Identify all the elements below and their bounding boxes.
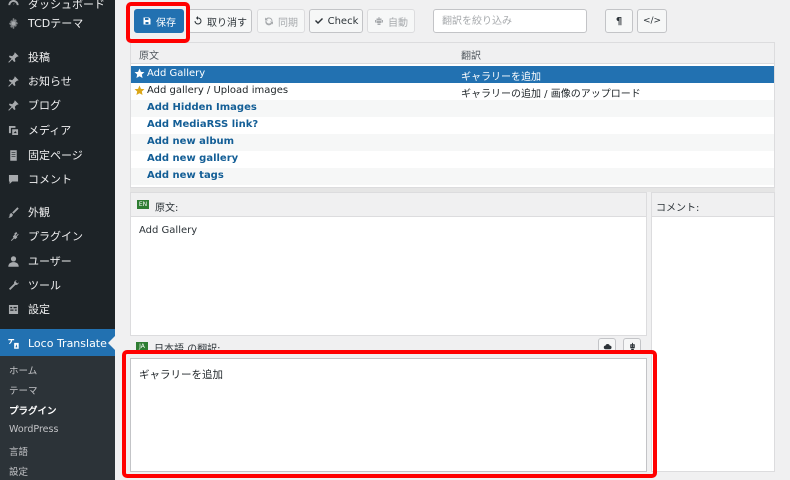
row-source: Add Hidden Images — [147, 102, 257, 113]
editor-toolbar: 保存 取り消す 同期 Check 自動 ¶ </> — [130, 4, 775, 42]
row-target: ギャラリーを追加 — [461, 72, 541, 83]
sidebar-item-label: ツール — [28, 279, 61, 292]
comment-pane-header: コメント: — [652, 193, 774, 217]
sidebar-item-label: TCDテーマ — [28, 17, 84, 30]
source-pane: EN 原文: Add Gallery — [130, 192, 647, 336]
lang-flag-en: EN — [137, 200, 149, 209]
row-source: Add new gallery — [147, 153, 239, 164]
undo-icon — [194, 16, 202, 25]
highlight-box-translation — [122, 350, 657, 478]
media-icon — [6, 123, 20, 137]
sidebar-item-label: Loco Translate — [28, 336, 107, 350]
sidebar-item-news[interactable]: お知らせ — [0, 69, 115, 93]
list-row[interactable]: Add new tags — [131, 168, 774, 185]
row-source: Add new tags — [147, 170, 224, 181]
sidebar-item-label: プラグイン — [28, 230, 83, 243]
sync-button[interactable]: 同期 — [257, 9, 305, 33]
sidebar-item-users[interactable]: ユーザー — [0, 249, 115, 273]
submenu-item-languages[interactable]: 言語 — [9, 444, 28, 458]
sidebar-item-tcd[interactable]: TCDテーマ — [0, 11, 115, 35]
comment-icon — [6, 172, 20, 186]
list-row[interactable]: Add new album — [131, 134, 774, 151]
settings-icon — [6, 302, 20, 316]
sidebar-item-appearance[interactable]: 外観 — [0, 200, 115, 224]
sidebar-item-label: 設定 — [28, 303, 50, 316]
sidebar-item-posts[interactable]: 投稿 — [0, 45, 115, 69]
sidebar-item-label: 投稿 — [28, 51, 50, 64]
list-row[interactable]: Add MediaRSS link? — [131, 117, 774, 134]
source-text: Add Gallery — [139, 225, 198, 236]
pilcrow-icon: ¶ — [615, 15, 623, 27]
list-header: 原文 翻訳 — [131, 43, 774, 64]
row-source: Add Gallery — [147, 68, 206, 79]
brush-icon — [6, 205, 20, 219]
pin-icon — [6, 50, 20, 64]
submenu-item-themes[interactable]: テーマ — [9, 383, 38, 397]
message-list: 原文 翻訳 Add Gallery ギャラリーを追加 Add gallery /… — [130, 42, 775, 188]
sidebar-item-label: お知らせ — [28, 75, 72, 88]
show-invisibles-button[interactable]: ¶ — [605, 9, 633, 33]
row-target: ギャラリーの追加 / 画像のアップロード — [461, 89, 641, 100]
star-icon — [134, 85, 145, 96]
sidebar-item-label: ユーザー — [28, 255, 72, 268]
comment-pane-label: コメント: — [656, 203, 700, 214]
sync-icon — [265, 17, 273, 26]
sidebar-item-comments[interactable]: コメント — [0, 167, 115, 191]
current-menu-arrow — [108, 336, 115, 350]
sidebar-item-label: ブログ — [28, 99, 61, 112]
row-source: Add new album — [147, 136, 235, 147]
gear-icon — [6, 16, 20, 30]
highlight-box-save — [126, 2, 190, 43]
loco-submenu: ホーム テーマ プラグイン WordPress 言語 設定 — [0, 356, 115, 480]
column-header-source[interactable]: 原文 — [139, 47, 159, 62]
list-row[interactable]: Add new gallery — [131, 151, 774, 168]
source-pane-label: 原文: — [155, 203, 179, 214]
check-button[interactable]: Check — [309, 9, 363, 33]
list-row[interactable]: Add Hidden Images — [131, 100, 774, 117]
sidebar-item-label: 固定ページ — [28, 149, 83, 162]
pin-icon — [6, 98, 20, 112]
source-pane-header: EN 原文: — [131, 193, 646, 217]
page-icon — [6, 148, 20, 162]
column-header-target[interactable]: 翻訳 — [461, 47, 481, 62]
sidebar-item-plugins[interactable]: プラグイン — [0, 224, 115, 248]
row-source: Add MediaRSS link? — [147, 119, 259, 130]
star-icon — [134, 68, 145, 79]
list-row[interactable]: Add Gallery ギャラリーを追加 — [131, 66, 774, 83]
filter-input[interactable] — [433, 9, 587, 33]
pin-icon — [6, 74, 20, 88]
sidebar-item-pages[interactable]: 固定ページ — [0, 143, 115, 167]
admin-sidebar: ダッシュボード TCDテーマ 投稿 お知らせ ブログ メディア 固定ページ コメ… — [0, 0, 115, 480]
submenu-item-wordpress[interactable]: WordPress — [9, 424, 58, 435]
submenu-item-plugins[interactable]: プラグイン — [9, 403, 57, 417]
sidebar-item-blog[interactable]: ブログ — [0, 93, 115, 117]
sidebar-item-label: コメント — [28, 173, 72, 186]
submenu-item-home[interactable]: ホーム — [9, 363, 37, 377]
user-icon — [6, 254, 20, 268]
plugin-icon — [6, 229, 20, 243]
checkmark-icon — [314, 18, 323, 24]
sidebar-item-tools[interactable]: ツール — [0, 273, 115, 297]
revert-button[interactable]: 取り消す — [188, 9, 252, 33]
wrench-icon — [6, 278, 20, 292]
robot-icon — [375, 17, 383, 25]
row-source: Add gallery / Upload images — [147, 85, 289, 96]
comment-pane: コメント: — [651, 192, 775, 472]
dashboard-icon — [6, 0, 20, 11]
submenu-item-settings[interactable]: 設定 — [9, 464, 28, 478]
sidebar-item-label: 外観 — [28, 206, 50, 219]
auto-translate-button[interactable]: 自動 — [367, 9, 415, 33]
sidebar-item-media[interactable]: メディア — [0, 118, 115, 142]
list-row[interactable]: Add gallery / Upload images ギャラリーの追加 / 画… — [131, 83, 774, 100]
code-icon: </> — [642, 16, 662, 26]
translate-icon — [6, 336, 20, 350]
sidebar-item-loco-translate[interactable]: Loco Translate — [0, 329, 115, 357]
sidebar-item-settings[interactable]: 設定 — [0, 297, 115, 321]
code-view-button[interactable]: </> — [637, 9, 667, 33]
sidebar-item-label: メディア — [28, 124, 72, 137]
